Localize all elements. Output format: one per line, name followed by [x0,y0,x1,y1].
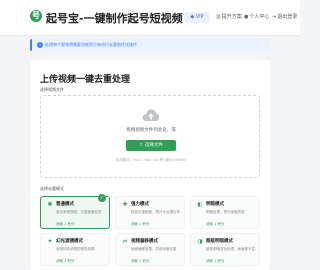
top-header: 号 起号宝-一键制作起号短视频 ◆ VIP ▥提升方案 ●个人中心 ⇥退出登录 [0,0,300,36]
select-file-button[interactable]: ⇪ 选择文件 [126,140,176,151]
mode-label: 选择去重模式 [40,186,64,191]
mode-name: 明暗模式 [206,202,224,207]
mode-cost: 消耗 1 积分 [206,259,225,263]
upload-card: 上传视频一键去重处理 选择视频文件 拖拽视频文件到此处，或 ⇪ 选择文件 支持格式… [30,60,270,270]
mode-cost: 消耗 1 积分 [56,259,75,263]
mode-name: 视频偏移模式 [131,239,158,244]
mode-brightness[interactable]: ◐ 明暗模式 明暗处理，提升画面质感 消耗 1 积分 [190,196,260,229]
mode-strong[interactable]: ✚ 强力模式 较高去重程度，提升平台通过率 消耗 1 积分 [115,196,185,229]
mode-name: 普通模式 [56,202,74,207]
mode-cost: 消耗 1 积分 [56,222,75,226]
nav-upgrade[interactable]: ▥提升方案 [216,14,242,21]
notice-bar: i 处理每个视频将需要消耗积分来进行去重和优化操作 [30,39,270,51]
nav-logout-label: 退出登录 [277,14,298,20]
vip-badge: ◆ VIP [184,12,210,23]
lightning-icon: ✚ [122,201,128,208]
select-file-label: 选择文件 [144,143,163,148]
mode-desc: 明暗处理，提升画面质感 [206,210,245,214]
mode-desc: 适合常规视频，去重程度较低 [56,210,102,214]
mode-filter[interactable]: ✦ 幻光滤镜模式 添加特效滤镜的视觉效果 消耗 1 积分 [40,233,110,266]
mode-desc: 超强明暗变化处理，画面更丰富 [206,247,255,251]
filter-icon: ✦ [47,238,53,245]
logo-icon: 号 [30,10,42,22]
upgrade-icon: ▥ [216,14,221,20]
support-text: 支持格式：mp4, mov, avi 等 (最大200MB) [115,158,187,162]
brightness-icon: ◐ [197,201,203,208]
drop-text: 拖拽视频文件到此处，或 [126,128,176,133]
equalizer-icon: ⇌ [122,238,128,245]
mode-cost: 消耗 1 积分 [131,259,150,263]
cloud-upload-icon [142,109,160,121]
mode-desc: 画面偏移效果，实现深度去重 [131,247,177,251]
mode-normal[interactable]: ✱ 普通模式 适合常规视频，去重程度较低 消耗 1 积分 ✓ [40,194,110,229]
upload-icon: ⇪ [139,143,143,148]
info-icon: i [37,42,43,48]
nav-logout[interactable]: ⇥退出登录 [272,14,297,21]
nav-profile[interactable]: ●个人中心 [244,14,269,21]
user-icon: ● [244,14,249,20]
mode-desc: 添加特效滤镜的视觉效果 [56,247,95,251]
vip-label: VIP [195,14,204,20]
notice-text: 处理每个视频将需要消耗积分来进行去重和优化操作 [45,42,137,47]
mode-cost: 消耗 1 积分 [206,222,225,226]
mode-super-brightness[interactable]: ◑ 超级明暗模式 超强明暗变化处理，画面更丰富 消耗 1 积分 [190,233,260,266]
upload-dropzone[interactable]: 拖拽视频文件到此处，或 ⇪ 选择文件 支持格式：mp4, mov, avi 等 (… [40,95,260,178]
page-title: 上传视频一键去重处理 [40,75,131,85]
mode-desc: 较高去重程度，提升平台通过率 [131,210,180,214]
mode-name: 幻光滤镜模式 [56,239,83,244]
star-icon: ✱ [47,201,53,208]
check-icon: ✓ [98,194,106,202]
mode-name: 超级明暗模式 [206,239,233,244]
nav-profile-label: 个人中心 [249,14,270,20]
contrast-icon: ◑ [197,238,203,245]
app-title: 起号宝-一键制作起号短视频 [46,12,183,25]
logout-icon: ⇥ [272,14,277,20]
mode-cost: 消耗 1 积分 [131,222,150,226]
nav-upgrade-label: 提升方案 [221,14,242,20]
mode-offset[interactable]: ⇌ 视频偏移模式 画面偏移效果，实现深度去重 消耗 1 积分 [115,233,185,266]
mode-name: 强力模式 [131,202,149,207]
upload-label: 选择视频文件 [40,87,64,92]
